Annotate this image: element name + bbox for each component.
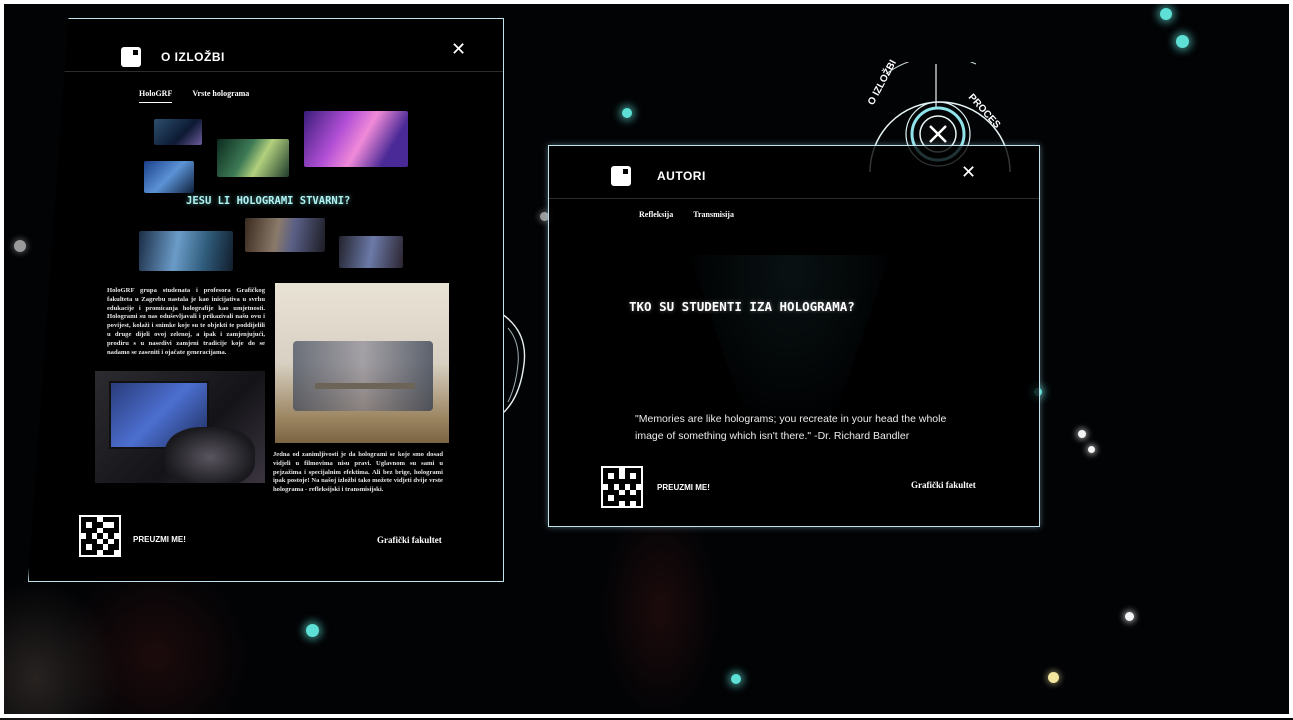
app-logo-icon bbox=[611, 166, 631, 186]
particle bbox=[1088, 446, 1095, 453]
faculty-label: Grafički fakultet bbox=[377, 535, 442, 545]
panel-bracket bbox=[501, 313, 526, 415]
particle bbox=[622, 108, 632, 118]
section-headline: TKO SU STUDENTI IZA HOLOGRAMA? bbox=[629, 299, 855, 314]
tab-transmisija[interactable]: Transmisija bbox=[693, 210, 734, 223]
gallery-thumbnail[interactable] bbox=[245, 218, 325, 252]
gallery-thumbnail[interactable] bbox=[144, 161, 194, 193]
particle bbox=[14, 240, 26, 252]
particle bbox=[306, 624, 319, 637]
section-headline: JESU LI HOLOGRAMI STVARNI? bbox=[186, 195, 351, 207]
tab-refleksija[interactable]: Refleksija bbox=[639, 210, 673, 223]
tab-vrste-holograma[interactable]: Vrste holograma bbox=[192, 89, 249, 103]
gallery-thumbnail[interactable] bbox=[304, 111, 408, 167]
visitor-hand bbox=[600, 500, 720, 720]
download-link[interactable]: PREUZMI ME! bbox=[133, 535, 186, 544]
exhibition-photo[interactable] bbox=[275, 283, 449, 443]
particle bbox=[1048, 672, 1059, 683]
visitor-arm bbox=[0, 580, 120, 720]
close-icon[interactable]: ✕ bbox=[451, 41, 466, 59]
particle bbox=[1160, 8, 1172, 20]
download-qr-code[interactable] bbox=[79, 515, 121, 557]
particle bbox=[1078, 430, 1086, 438]
gallery-thumbnail[interactable] bbox=[339, 236, 403, 268]
close-icon[interactable]: ✕ bbox=[961, 164, 976, 182]
quote-line: image of something which isn't there." -… bbox=[635, 430, 910, 442]
download-link[interactable]: PREUZMI ME! bbox=[657, 483, 710, 492]
intro-paragraph: HoloGRF grupa studenata i profesora Graf… bbox=[107, 287, 265, 356]
exhibition-panel: O IZLOŽBI ✕ HoloGRF Vrste holograma JESU… bbox=[28, 18, 504, 582]
panel-title: AUTORI bbox=[657, 169, 706, 183]
info-paragraph: Jedna od zanimljivosti je da hologrami s… bbox=[273, 451, 443, 494]
panel-header: AUTORI ✕ bbox=[549, 146, 1039, 199]
particle bbox=[1176, 35, 1189, 48]
panel-tabs: HoloGRF Vrste holograma bbox=[139, 89, 249, 103]
gallery-thumbnail[interactable] bbox=[217, 139, 289, 177]
download-qr-code[interactable] bbox=[601, 466, 643, 508]
laptop-photo[interactable] bbox=[95, 371, 265, 483]
app-logo-icon bbox=[121, 47, 141, 67]
gallery-thumbnail[interactable] bbox=[154, 119, 202, 145]
authors-panel: AUTORI ✕ Refleksija Transmisija TKO SU S… bbox=[548, 145, 1040, 527]
panel-header: O IZLOŽBI ✕ bbox=[29, 19, 503, 72]
panel-tabs: Refleksija Transmisija bbox=[639, 210, 734, 223]
panel-title: O IZLOŽBI bbox=[161, 50, 225, 64]
tab-hologrf[interactable]: HoloGRF bbox=[139, 89, 173, 103]
gallery-thumbnail[interactable] bbox=[139, 231, 233, 271]
faculty-label: Grafički fakultet bbox=[911, 480, 976, 490]
particle bbox=[1125, 612, 1134, 621]
quote-line: "Memories are like holograms; you recrea… bbox=[635, 413, 947, 425]
particle bbox=[731, 674, 741, 684]
